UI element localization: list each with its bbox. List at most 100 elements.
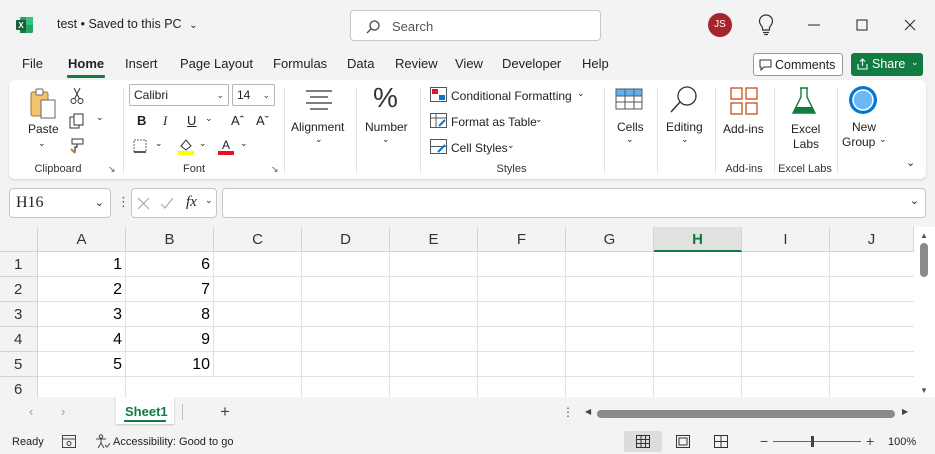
underline-icon[interactable]: U [187, 113, 196, 128]
sheet-tab-sheet1[interactable]: Sheet1 [116, 397, 174, 424]
expand-formula-bar-icon[interactable]: ⌄ [910, 194, 919, 207]
page-break-preview-icon[interactable] [714, 435, 728, 448]
row-header[interactable]: 5 [0, 352, 38, 377]
chevron-down-icon[interactable]: ⌄ [535, 114, 543, 125]
paste-icon[interactable] [28, 88, 58, 120]
cut-icon[interactable] [70, 87, 84, 105]
alignment-icon[interactable] [305, 88, 333, 112]
normal-view-button[interactable] [624, 431, 662, 452]
column-header-j[interactable]: J [830, 227, 914, 252]
cell-a4[interactable]: 4 [38, 327, 126, 352]
cell-a2[interactable]: 2 [38, 277, 126, 302]
zoom-out-icon[interactable]: − [760, 433, 768, 449]
conditional-formatting-icon[interactable] [430, 87, 447, 102]
bold-icon[interactable]: B [137, 113, 146, 128]
chevron-down-icon[interactable]: ⌄ [681, 134, 689, 145]
decrease-font-size-icon[interactable]: Aˇ [256, 113, 269, 128]
more-options-icon[interactable]: ⋮ [562, 405, 574, 419]
column-header-i[interactable]: I [742, 227, 830, 252]
tab-formulas[interactable]: Formulas [273, 56, 327, 71]
column-header-c[interactable]: C [214, 227, 302, 252]
number-label[interactable]: Number [365, 120, 408, 134]
chevron-down-icon[interactable]: ⌄ [199, 138, 207, 149]
chevron-down-icon[interactable]: ⌄ [240, 138, 248, 149]
column-header-f[interactable]: F [478, 227, 566, 252]
zoom-slider[interactable] [773, 436, 861, 447]
row-header[interactable]: 3 [0, 302, 38, 327]
tab-insert[interactable]: Insert [125, 56, 158, 71]
conditional-formatting-label[interactable]: Conditional Formatting [451, 89, 572, 103]
more-options-icon[interactable]: ⋮ [117, 194, 130, 210]
new-group-icon[interactable] [847, 84, 879, 116]
alignment-label[interactable]: Alignment [291, 120, 344, 134]
fill-color-icon[interactable] [177, 137, 195, 155]
new-group-label-line2[interactable]: Group [842, 135, 875, 149]
lightbulb-icon[interactable] [758, 14, 774, 36]
share-button[interactable]: Share ⌄ [851, 53, 923, 76]
copy-icon[interactable] [69, 113, 85, 129]
italic-icon[interactable]: I [163, 113, 167, 129]
cell-b4[interactable]: 9 [126, 327, 214, 352]
column-header-h[interactable]: H [654, 227, 742, 252]
cancel-entry-icon[interactable] [137, 197, 150, 210]
accessibility-icon[interactable] [95, 434, 110, 449]
row-header[interactable]: 2 [0, 277, 38, 302]
tab-page-layout[interactable]: Page Layout [180, 56, 253, 71]
cells-label[interactable]: Cells [617, 120, 644, 134]
user-avatar[interactable]: JS [708, 13, 732, 37]
borders-icon[interactable] [133, 139, 147, 153]
format-as-table-icon[interactable] [430, 113, 447, 128]
search-box[interactable]: Search [350, 10, 601, 41]
percent-icon[interactable]: % [373, 82, 398, 114]
scroll-down-icon[interactable]: ▼ [920, 386, 928, 395]
confirm-entry-icon[interactable] [160, 197, 174, 210]
tab-home[interactable]: Home [68, 56, 104, 71]
scroll-left-icon[interactable]: ◀ [585, 407, 591, 416]
status-accessibility[interactable]: Accessibility: Good to go [113, 436, 233, 448]
zoom-slider-thumb[interactable] [811, 436, 814, 447]
chevron-down-icon[interactable]: ⌄ [879, 134, 887, 145]
editing-search-icon[interactable] [669, 84, 699, 114]
insert-function-icon[interactable]: fx [186, 194, 197, 211]
maximize-icon[interactable] [849, 12, 875, 38]
cell-b1[interactable]: 6 [126, 252, 214, 277]
font-color-icon[interactable]: A [217, 137, 235, 155]
chevron-left-icon[interactable]: ‹ [29, 404, 33, 419]
document-title[interactable]: test • Saved to this PC ⌄ [57, 17, 197, 31]
formula-input[interactable]: ⌄ [222, 188, 926, 218]
chevron-down-icon[interactable]: ⌄ [577, 88, 585, 99]
minimize-icon[interactable] [801, 12, 827, 38]
vertical-scrollbar[interactable]: ▲ ▼ [914, 227, 935, 397]
addins-icon[interactable] [730, 87, 758, 115]
tab-data[interactable]: Data [347, 56, 374, 71]
cell-styles-label[interactable]: Cell Styles [451, 141, 508, 155]
vertical-scroll-thumb[interactable] [920, 243, 928, 277]
cell-b5[interactable]: 10 [126, 352, 214, 377]
chevron-down-icon[interactable]: ⌄ [96, 112, 104, 123]
dialog-launcher-icon[interactable]: ↘ [108, 164, 116, 175]
scroll-right-icon[interactable]: ▶ [902, 407, 908, 416]
addins-label[interactable]: Add-ins [723, 122, 764, 136]
scroll-up-icon[interactable]: ▲ [920, 231, 928, 240]
tab-view[interactable]: View [455, 56, 483, 71]
font-name-combo[interactable]: Calibri ⌄ [129, 84, 229, 106]
tab-developer[interactable]: Developer [502, 56, 561, 71]
new-group-label-line1[interactable]: New [852, 120, 876, 134]
collapse-ribbon-icon[interactable]: ⌄ [906, 156, 915, 169]
row-header[interactable]: 4 [0, 327, 38, 352]
cell-b2[interactable]: 7 [126, 277, 214, 302]
excel-labs-flask-icon[interactable] [791, 86, 817, 116]
cell-styles-icon[interactable] [430, 139, 447, 154]
chevron-down-icon[interactable]: ⌄ [205, 113, 213, 124]
tab-help[interactable]: Help [582, 56, 609, 71]
format-as-table-label[interactable]: Format as Table [451, 115, 537, 129]
paste-label[interactable]: Paste [28, 122, 59, 136]
chevron-down-icon[interactable]: ⌄ [626, 134, 634, 145]
cell-a5[interactable]: 5 [38, 352, 126, 377]
row-header[interactable]: 6 [0, 377, 38, 398]
page-layout-view-icon[interactable] [676, 435, 690, 448]
column-header-a[interactable]: A [38, 227, 126, 252]
increase-font-size-icon[interactable]: Aˆ [231, 113, 244, 128]
dialog-launcher-icon[interactable]: ↘ [271, 164, 279, 175]
excel-labs-label-line2[interactable]: Labs [793, 137, 819, 151]
